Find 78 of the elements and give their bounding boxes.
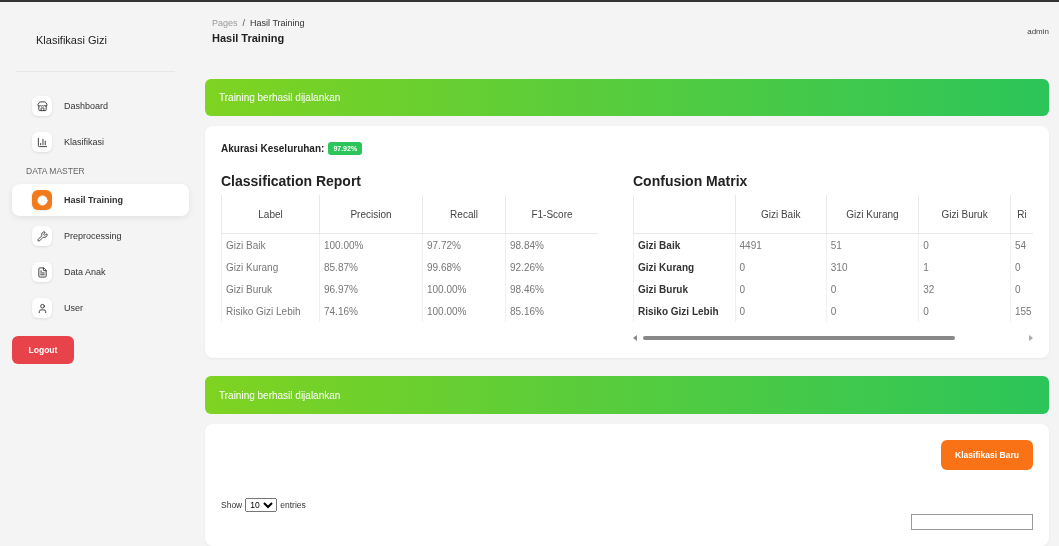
- table-cell: 100.00%: [319, 233, 423, 257]
- success-alert: Training berhasil dijalankan: [205, 376, 1049, 414]
- report-title: Classification Report: [221, 173, 363, 190]
- column-header: Ri: [1010, 195, 1033, 234]
- success-alert: Training berhasil dijalankan: [205, 78, 1049, 117]
- breadcrumb-separator: /: [242, 18, 246, 29]
- table-cell: 97.72%: [422, 233, 506, 257]
- breadcrumb-link[interactable]: Hasil Training: [250, 18, 305, 29]
- table-cell: 0: [1010, 256, 1033, 279]
- store-icon: [32, 96, 52, 116]
- entries-select[interactable]: 10: [245, 498, 278, 512]
- table-cell: 0: [735, 256, 827, 279]
- entries-label: entries: [280, 500, 306, 510]
- accuracy-label: Akurasi Keseluruhan:: [221, 143, 325, 155]
- brand-title: Klasifikasi Gizi: [16, 2, 175, 72]
- table-cell: 0: [735, 300, 827, 323]
- table-cell: 85.16%: [505, 300, 598, 323]
- table-cell: 0: [826, 300, 919, 323]
- logout-button[interactable]: Logout: [12, 336, 74, 364]
- column-header: Gizi Baik: [735, 195, 827, 234]
- page-title: Hasil Training: [212, 32, 286, 45]
- horizontal-scrollbar[interactable]: [633, 334, 1033, 343]
- sidebar-label: Klasifikasi: [64, 137, 104, 147]
- section-label: DATA MASTER: [25, 165, 86, 178]
- table-cell: 54: [1010, 233, 1033, 257]
- sidebar-label: Data Anak: [64, 267, 106, 277]
- table-cell: 0: [1010, 278, 1033, 301]
- table-cell: 100.00%: [422, 278, 506, 301]
- sidebar-item[interactable]: Dashboard: [12, 90, 189, 122]
- table-cell: 85.87%: [319, 256, 423, 279]
- table-cell: Risiko Gizi Lebih: [221, 300, 320, 323]
- table-cell: Gizi Baik: [221, 233, 320, 257]
- user-name[interactable]: admin: [1027, 26, 1049, 36]
- table-cell: 4491: [735, 233, 827, 257]
- tools-icon: [32, 226, 52, 246]
- column-header: Recall: [422, 195, 506, 234]
- table-cell: 99.68%: [422, 256, 506, 279]
- row-header: Gizi Baik: [633, 233, 736, 257]
- table-cell: 0: [826, 278, 919, 301]
- chart-icon: [32, 132, 52, 152]
- column-header: Gizi Buruk: [918, 195, 1011, 234]
- column-header: Label: [221, 195, 320, 234]
- matrix-title: Confusion Matrix: [633, 173, 749, 190]
- table-cell: 0: [918, 233, 1011, 257]
- table-cell: 51: [826, 233, 919, 257]
- sidebar-item[interactable]: Hasil Training: [12, 184, 189, 216]
- sidebar-label: Preprocessing: [64, 231, 122, 241]
- document-icon: [32, 262, 52, 282]
- sidebar-item[interactable]: Klasifikasi: [12, 126, 189, 158]
- table-cell: 92.26%: [505, 256, 598, 279]
- table-cell: 310: [826, 256, 919, 279]
- sidebar-label: Dashboard: [64, 101, 109, 111]
- sidebar-item[interactable]: Preprocessing: [12, 220, 189, 252]
- column-header: Precision: [319, 195, 423, 234]
- table-cell: 32: [918, 278, 1011, 301]
- sidebar-label: Hasil Training: [64, 195, 123, 205]
- table-cell: 74.16%: [319, 300, 423, 323]
- row-header: Risiko Gizi Lebih: [633, 300, 736, 323]
- show-label: Show: [221, 500, 243, 510]
- search-field[interactable]: [911, 514, 1033, 530]
- row-header: Gizi Buruk: [633, 278, 736, 301]
- table-cell: 98.46%: [505, 278, 598, 301]
- table-cell: 155: [1010, 300, 1033, 323]
- column-header: F1-Score: [505, 195, 598, 234]
- sidebar-label: User: [64, 303, 83, 313]
- user-icon: [32, 298, 52, 318]
- table-cell: 96.97%: [319, 278, 423, 301]
- table-cell: 100.00%: [422, 300, 506, 323]
- sidebar-item[interactable]: Data Anak: [12, 256, 189, 288]
- row-header: Gizi Kurang: [633, 256, 736, 279]
- sidebar-item[interactable]: User: [12, 292, 189, 324]
- table-cell: 0: [918, 300, 1011, 323]
- table-cell: 98.84%: [505, 233, 598, 257]
- table-cell: 1: [918, 256, 1011, 279]
- table-cell: Gizi Kurang: [221, 256, 320, 279]
- table-cell: 0: [735, 278, 827, 301]
- column-header: Gizi Kurang: [826, 195, 919, 234]
- table-cell: Gizi Buruk: [221, 278, 320, 301]
